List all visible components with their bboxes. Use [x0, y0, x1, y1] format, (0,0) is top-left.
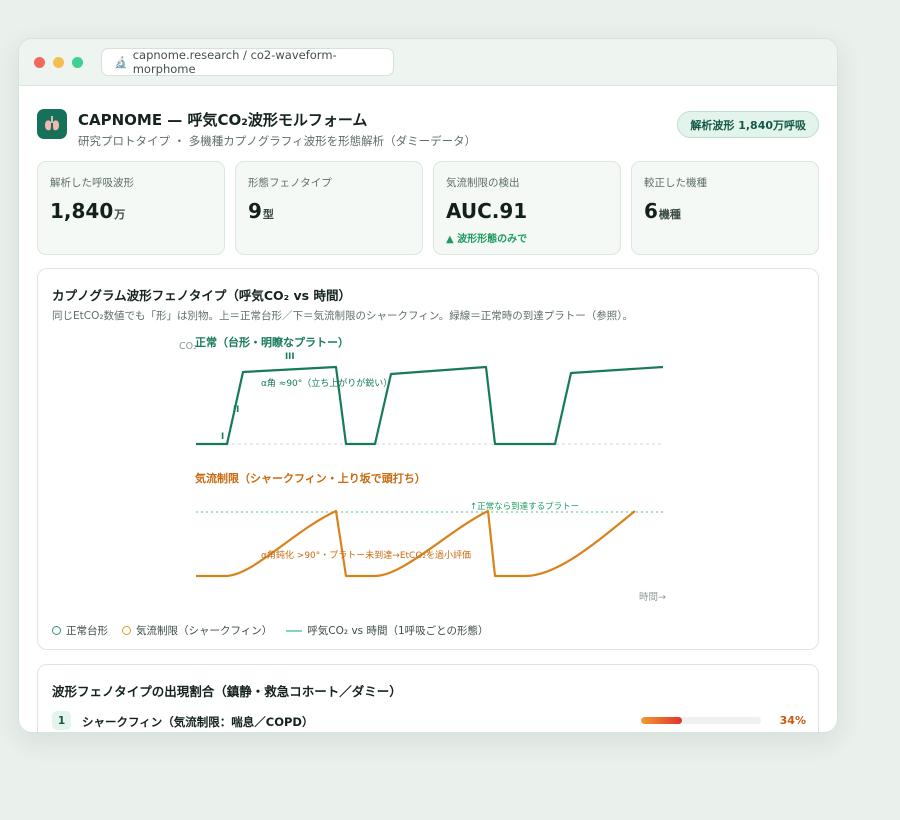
- sharkfin-waveform-line: [196, 509, 636, 578]
- phenotype-row[interactable]: 1 シャークフィン（気流制限：喘息／COPD） 34%: [52, 711, 806, 732]
- legend-label: 気流制限（シャークフィン）: [136, 625, 273, 637]
- kpi-card-detection: 気流制限の検出 AUC.91 ▲ 波形形態のみで: [433, 161, 621, 255]
- chart-card-subtitle: 同じEtCO₂数値でも「形」は別物。上＝正常台形／下＝気流制限のシャークフィン。…: [52, 310, 633, 322]
- legend-item-normal: 正常台形: [52, 623, 108, 638]
- kpi-value: 1,840万: [50, 199, 126, 223]
- legend-swatch-line: [286, 629, 303, 632]
- kpi-row: 解析した呼吸波形 1,840万 形態フェノタイプ 9型 気流制限の検出 AUC.…: [37, 161, 819, 255]
- alpha-angle-obstruction-annotation: α角鈍化 >90°・プラトー未到達→EtCO₂を過小評価: [261, 549, 471, 561]
- address-bar[interactable]: 🔬 capnome.research / co2-waveform-morpho…: [101, 48, 394, 76]
- legend-item-sharkfin: 気流制限（シャークフィン）: [122, 623, 272, 638]
- kpi-label: 較正した機種: [644, 177, 707, 189]
- phenotype-frequency-card: 波形フェノタイプの出現割合（鎮静・救急コホート／ダミー） 1 シャークフィン（気…: [37, 664, 819, 732]
- close-window-button[interactable]: [34, 57, 45, 68]
- app-subtitle: 研究プロトタイプ ・ 多機種カプノグラフィ波形を形態解析（ダミーデータ）: [78, 134, 477, 148]
- kpi-card-phenotypes: 形態フェノタイプ 9型: [235, 161, 423, 255]
- phase-label-3: III: [285, 352, 295, 362]
- legend-swatch-circle: [52, 626, 61, 635]
- legend-label: 正常台形: [66, 625, 108, 637]
- kpi-value: 6機種: [644, 199, 681, 223]
- minimize-window-button[interactable]: [53, 57, 64, 68]
- phase-label-1: I: [221, 432, 224, 442]
- kpi-value: AUC.91: [446, 199, 528, 223]
- maximize-window-button[interactable]: [72, 57, 83, 68]
- frequency-percent: 34%: [779, 714, 806, 727]
- kpi-label: 形態フェノタイプ: [248, 177, 332, 189]
- waveform-count-badge: 解析波形 1,840万呼吸: [677, 111, 819, 138]
- rank-badge: 1: [52, 711, 71, 730]
- capnogram-chart: CO₂ 正常（台形・明瞭なプラトー） I II III α角 ≈90°（立ち上が…: [179, 335, 666, 603]
- legend-label: 呼気CO₂ vs 時間（1呼吸ごとの形態）: [307, 625, 489, 637]
- microscope-icon: 🔬: [114, 55, 128, 69]
- alpha-angle-normal-annotation: α角 ≈90°（立ち上がりが鋭い）: [261, 377, 392, 389]
- title-bar: 🔬 capnome.research / co2-waveform-morpho…: [19, 39, 837, 86]
- obstruction-panel-title: 気流制限（シャークフィン・上り坂で頭打ち）: [195, 471, 426, 485]
- page-content: CAPNOME — 呼気CO₂波形モルフォーム 研究プロトタイプ ・ 多機種カプ…: [19, 87, 837, 732]
- frequency-bar-track: [641, 717, 761, 724]
- phase-label-2: II: [233, 405, 239, 415]
- kpi-note: ▲ 波形形態のみで: [446, 234, 528, 245]
- legend-swatch-circle: [122, 626, 131, 635]
- browser-window: 🔬 capnome.research / co2-waveform-morpho…: [18, 38, 838, 733]
- kpi-card-waveforms: 解析した呼吸波形 1,840万: [37, 161, 225, 255]
- kpi-value: 9型: [248, 199, 274, 223]
- plateau-reference-annotation: ↑正常なら到達するプラトー: [470, 501, 579, 512]
- list-card-title: 波形フェノタイプの出現割合（鎮静・救急コホート／ダミー）: [52, 684, 402, 699]
- frequency-bar-fill: [641, 717, 682, 724]
- chart-legend: 正常台形 気流制限（シャークフィン） 呼気CO₂ vs 時間（1呼吸ごとの形態）: [52, 623, 503, 638]
- lungs-icon: [37, 109, 67, 139]
- x-axis-label: 時間→: [639, 592, 666, 603]
- legend-item-waveform: 呼気CO₂ vs 時間（1呼吸ごとの形態）: [286, 623, 489, 638]
- url-text: capnome.research / co2-waveform-morphome: [132, 48, 337, 76]
- chart-card-title: カプノグラム波形フェノタイプ（呼気CO₂ vs 時間）: [52, 288, 351, 303]
- app-title: CAPNOME — 呼気CO₂波形モルフォーム: [78, 111, 368, 129]
- kpi-card-devices: 較正した機種 6機種: [631, 161, 819, 255]
- kpi-label: 解析した呼吸波形: [50, 177, 134, 189]
- normal-panel-title: 正常（台形・明瞭なプラトー）: [195, 335, 349, 349]
- phenotype-label: シャークフィン（気流制限：喘息／COPD）: [82, 715, 314, 729]
- capnogram-chart-card: CO₂ 正常（台形・明瞭なプラトー） I II III α角 ≈90°（立ち上が…: [37, 268, 819, 650]
- app-header: CAPNOME — 呼気CO₂波形モルフォーム 研究プロトタイプ ・ 多機種カプ…: [37, 109, 819, 149]
- kpi-label: 気流制限の検出: [446, 177, 520, 189]
